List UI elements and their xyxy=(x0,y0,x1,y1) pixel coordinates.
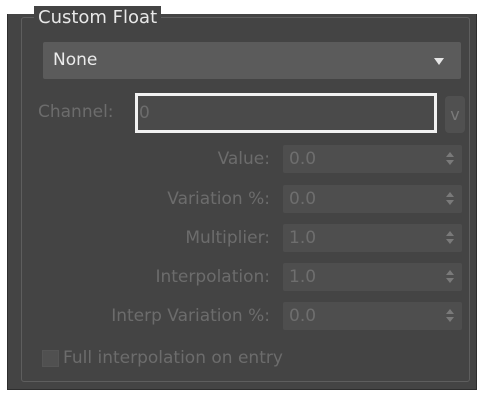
interp-variation-spinner[interactable]: 0.0 xyxy=(283,302,462,330)
interp-variation-label: Interp Variation %: xyxy=(111,306,270,326)
multiplier-spinner-value: 1.0 xyxy=(289,228,317,248)
value-spinner-value: 0.0 xyxy=(289,149,317,169)
full-interpolation-checkbox[interactable] xyxy=(42,350,59,367)
spinner-arrows-icon[interactable] xyxy=(446,152,454,166)
full-interpolation-label[interactable]: Full interpolation on entry xyxy=(63,346,283,370)
variation-spinner[interactable]: 0.0 xyxy=(283,185,462,213)
source-dropdown[interactable]: None xyxy=(43,42,461,79)
chevron-down-icon xyxy=(434,58,444,65)
interpolation-spinner-value: 1.0 xyxy=(289,267,317,287)
value-label: Value: xyxy=(217,149,270,169)
interp-variation-spinner-value: 0.0 xyxy=(289,306,317,326)
variation-spinner-value: 0.0 xyxy=(289,189,317,209)
interpolation-label: Interpolation: xyxy=(155,267,270,287)
interpolation-spinner[interactable]: 1.0 xyxy=(283,263,462,291)
variation-label: Variation %: xyxy=(167,189,270,209)
spinner-arrows-icon[interactable] xyxy=(446,231,454,245)
rollout-title[interactable]: Custom Float xyxy=(34,6,162,30)
source-dropdown-value: None xyxy=(53,50,98,70)
channel-label: Channel: xyxy=(38,102,114,122)
spinner-arrows-icon[interactable] xyxy=(446,192,454,206)
value-spinner[interactable]: 0.0 xyxy=(283,145,462,173)
multiplier-spinner[interactable]: 1.0 xyxy=(283,224,462,252)
multiplier-label: Multiplier: xyxy=(185,228,270,248)
channel-input[interactable]: 0 xyxy=(135,93,437,133)
spinner-arrows-icon[interactable] xyxy=(446,270,454,284)
channel-picker-button[interactable]: v xyxy=(445,96,465,133)
spinner-arrows-icon[interactable] xyxy=(446,309,454,323)
